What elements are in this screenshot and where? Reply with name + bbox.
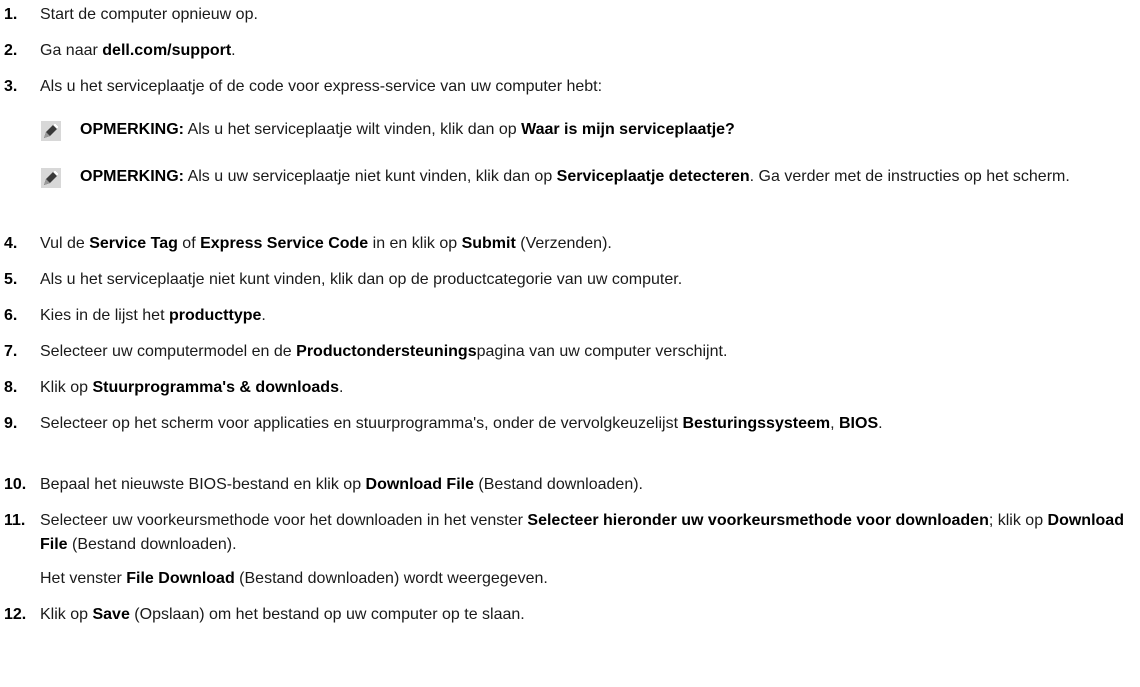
result-text: Het venster File Download (Bestand downl… xyxy=(40,570,548,587)
text-run: Als u het serviceplaatje of de code voor… xyxy=(40,78,603,95)
text-run: (Bestand downloaden). xyxy=(67,536,237,553)
step-text: Selecteer uw voorkeursmethode voor het d… xyxy=(40,509,1135,557)
step-number: 5. xyxy=(4,271,18,288)
text-run: . xyxy=(231,42,236,59)
step-text: Klik op Save (Opslaan) om het bestand op… xyxy=(40,603,1135,627)
bold-term: Submit xyxy=(461,235,516,252)
bold-term: Productondersteunings xyxy=(296,343,477,360)
step-2: 2. Ga naar dell.com/support. xyxy=(0,39,1135,63)
bold-term: Besturingssysteem xyxy=(682,415,831,432)
text-run: Vul de xyxy=(40,235,90,252)
text-run: Als u het serviceplaatje wilt vinden, kl… xyxy=(184,121,522,138)
step-number: 12. xyxy=(4,606,27,623)
text-run: Ga naar xyxy=(40,42,103,59)
text-run: . xyxy=(878,415,883,432)
step-number: 6. xyxy=(4,307,18,324)
text-run: (Bestand downloaden) wordt weergegeven. xyxy=(234,570,548,587)
step-text: Als u het serviceplaatje of de code voor… xyxy=(40,75,1135,99)
note-text: OPMERKING: Als u uw serviceplaatje niet … xyxy=(80,165,1135,189)
bold-term: Waar is mijn serviceplaatje? xyxy=(521,121,735,138)
text-run: Als u het serviceplaatje niet kunt vinde… xyxy=(40,271,683,288)
step-number: 3. xyxy=(4,78,18,95)
step-text: Vul de Service Tag of Express Service Co… xyxy=(40,232,1135,256)
text-run: Klik op xyxy=(40,379,93,396)
text-run: of xyxy=(177,235,201,252)
text-run: Kies in de lijst het xyxy=(40,307,169,324)
text-run: , xyxy=(830,415,839,432)
text-run: (Verzenden). xyxy=(515,235,612,252)
step-number: 7. xyxy=(4,343,18,360)
step-7: 7. Selecteer uw computermodel en de Prod… xyxy=(0,340,1135,364)
step-text: Selecteer uw computermodel en de Product… xyxy=(40,340,1135,364)
note-text: OPMERKING: Als u het serviceplaatje wilt… xyxy=(80,118,1135,142)
step-number: 2. xyxy=(4,42,18,59)
step-text: Bepaal het nieuwste BIOS-bestand en klik… xyxy=(40,473,1135,497)
step-4: 4. Vul de Service Tag of Express Service… xyxy=(0,232,1135,256)
text-run: Het venster xyxy=(40,570,127,587)
text-run: Selecteer op het scherm voor applicaties… xyxy=(40,415,683,432)
bold-term: File Download xyxy=(126,570,235,587)
step-5: 5. Als u het serviceplaatje niet kunt vi… xyxy=(0,268,1135,292)
pencil-note-icon xyxy=(40,120,62,142)
step-12: 12. Klik op Save (Opslaan) om het bestan… xyxy=(0,603,1135,627)
text-run: (Opslaan) om het bestand op uw computer … xyxy=(129,606,525,623)
text-run: Als u uw serviceplaatje niet kunt vinden… xyxy=(184,168,557,185)
text-run: Bepaal het nieuwste BIOS-bestand en klik… xyxy=(40,476,366,493)
step-text: Als u het serviceplaatje niet kunt vinde… xyxy=(40,268,1135,292)
bold-term: Stuurprogramma's & downloads xyxy=(92,379,339,396)
step-number: 1. xyxy=(4,6,18,23)
bold-term: Express Service Code xyxy=(200,235,369,252)
bold-term: producttype xyxy=(168,307,262,324)
text-run: . xyxy=(338,379,344,396)
text-run: Selecteer uw computermodel en de xyxy=(40,343,297,360)
text-run: in en klik op xyxy=(368,235,462,252)
step-text: Kies in de lijst het producttype. xyxy=(40,304,1135,328)
document-page: 1. Start de computer opnieuw op. 2. Ga n… xyxy=(0,0,1140,687)
step-3: 3. Als u het serviceplaatje of de code v… xyxy=(0,75,1135,99)
text-run: Selecteer uw voorkeursmethode voor het d… xyxy=(40,512,528,529)
text-run: (Bestand downloaden). xyxy=(473,476,643,493)
step-text: Ga naar dell.com/support. xyxy=(40,39,1135,63)
step-11: 11. Selecteer uw voorkeursmethode voor h… xyxy=(0,509,1135,557)
note-2: OPMERKING: Als u uw serviceplaatje niet … xyxy=(40,165,1135,213)
bold-term: Serviceplaatje detecteren xyxy=(556,168,750,185)
bold-term: Download File xyxy=(365,476,474,493)
step-1: 1. Start de computer opnieuw op. xyxy=(0,3,1135,27)
step-text: Selecteer op het scherm voor applicaties… xyxy=(40,412,1135,436)
note-label: OPMERKING: xyxy=(80,168,184,185)
note-label: OPMERKING: xyxy=(80,121,184,138)
note-1: OPMERKING: Als u het serviceplaatje wilt… xyxy=(40,118,1135,142)
step-6: 6. Kies in de lijst het producttype. xyxy=(0,304,1135,328)
step-11-result: Het venster File Download (Bestand downl… xyxy=(40,567,1135,591)
step-text: Start de computer opnieuw op. xyxy=(40,3,1135,27)
step-number: 4. xyxy=(4,235,18,252)
text-run: ; klik op xyxy=(988,512,1048,529)
text-run: . xyxy=(261,307,266,324)
bold-term: Save xyxy=(92,606,130,623)
bold-term: Service Tag xyxy=(89,235,178,252)
step-8: 8. Klik op Stuurprogramma's & downloads. xyxy=(0,376,1135,400)
step-number: 9. xyxy=(4,415,18,432)
step-10: 10. Bepaal het nieuwste BIOS-bestand en … xyxy=(0,473,1135,497)
bold-term: BIOS xyxy=(839,415,879,432)
step-number: 11. xyxy=(4,512,26,529)
step-number: 10. xyxy=(4,476,27,493)
step-number: 8. xyxy=(4,379,18,396)
pencil-note-icon xyxy=(40,167,62,189)
text-run: pagina van uw computer verschijnt. xyxy=(476,343,728,360)
step-9: 9. Selecteer op het scherm voor applicat… xyxy=(0,412,1135,460)
bold-term: dell.com/support xyxy=(102,42,232,59)
text-run: Klik op xyxy=(40,606,93,623)
step-text: Klik op Stuurprogramma's & downloads. xyxy=(40,376,1135,400)
bold-term: Selecteer hieronder uw voorkeursmethode … xyxy=(527,512,989,529)
text-run: . Ga verder met de instructies op het sc… xyxy=(749,168,1070,185)
text-run: Start de computer opnieuw op. xyxy=(40,6,258,23)
